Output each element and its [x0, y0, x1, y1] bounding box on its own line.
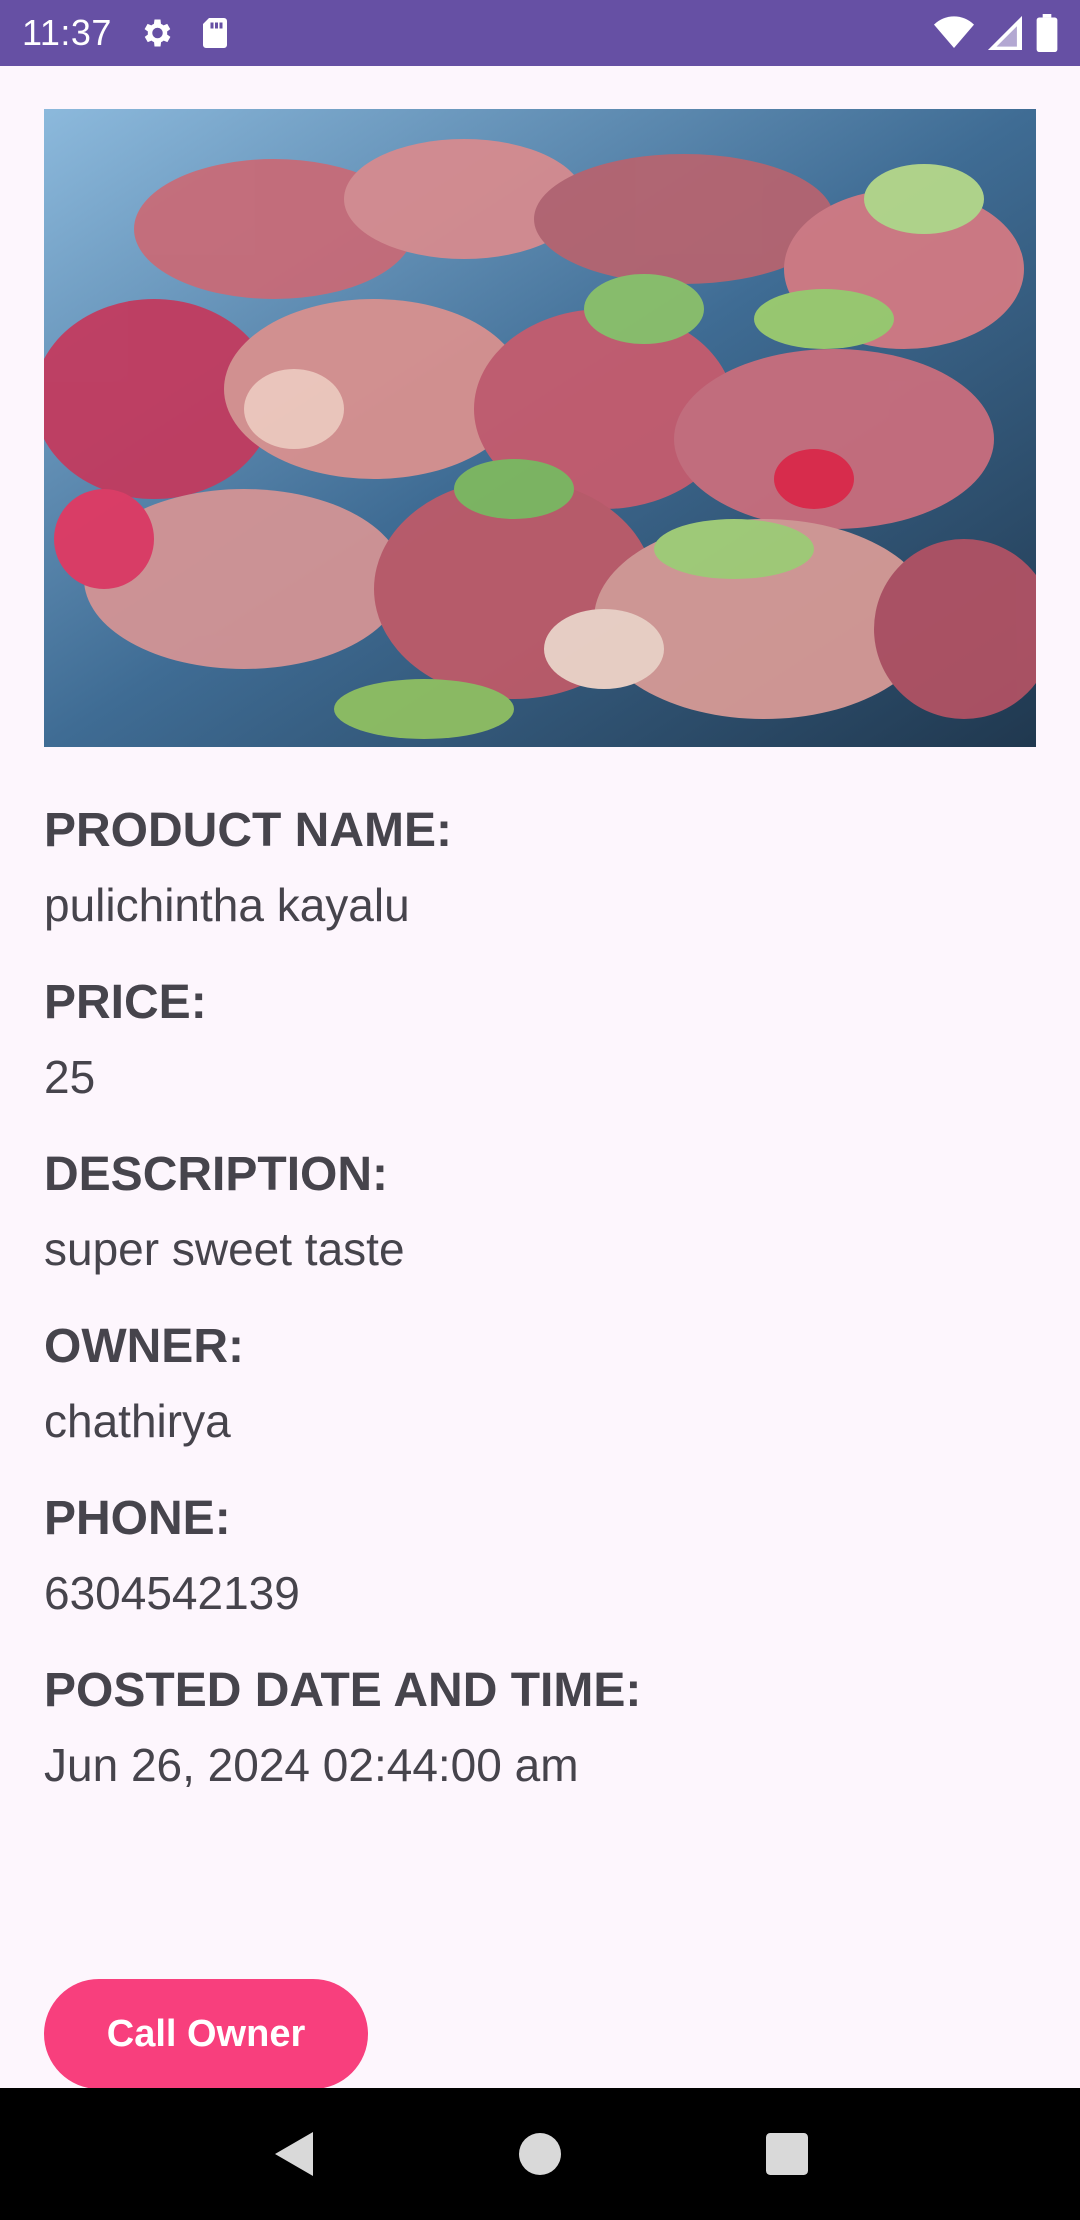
field-value: 25	[44, 1051, 96, 1103]
field-posted-date: POSTED DATE AND TIME: Jun 26, 2024 02:44…	[44, 1657, 1036, 1799]
status-right	[934, 14, 1058, 52]
recents-icon[interactable]	[742, 2109, 832, 2199]
product-details: PRODUCT NAME: pulichintha kayalu PRICE: …	[44, 109, 1036, 1829]
gear-icon	[138, 15, 174, 51]
field-value: super sweet taste	[44, 1223, 405, 1275]
call-owner-button[interactable]: Call Owner	[44, 1979, 368, 2089]
status-time: 11:37	[22, 12, 112, 53]
field-label: PHONE:	[44, 1492, 231, 1545]
field-label: POSTED DATE AND TIME:	[44, 1664, 642, 1717]
field-description: DESCRIPTION: super sweet taste	[44, 1141, 1036, 1283]
product-image	[44, 109, 1036, 747]
field-label: PRICE:	[44, 976, 207, 1029]
sd-card-icon	[200, 15, 230, 51]
navigation-bar	[0, 2088, 1080, 2220]
signal-icon	[988, 16, 1022, 50]
field-product-name: PRODUCT NAME: pulichintha kayalu	[44, 797, 1036, 939]
home-icon[interactable]	[495, 2109, 585, 2199]
wifi-icon	[934, 16, 974, 50]
field-label: DESCRIPTION:	[44, 1148, 389, 1201]
product-detail-screen: 11:37 PRODUCT NAME: pulichintha kayalu P…	[0, 0, 1080, 2220]
field-label: OWNER:	[44, 1320, 244, 1373]
status-bar: 11:37	[0, 0, 1080, 66]
field-owner: OWNER: chathirya	[44, 1313, 1036, 1455]
field-price: PRICE: 25	[44, 969, 1036, 1111]
field-phone: PHONE: 6304542139	[44, 1485, 1036, 1627]
field-label: PRODUCT NAME:	[44, 804, 452, 857]
field-value: Jun 26, 2024 02:44:00 am	[44, 1739, 579, 1791]
product-fields: PRODUCT NAME: pulichintha kayalu PRICE: …	[44, 797, 1036, 1799]
field-value: chathirya	[44, 1395, 231, 1447]
status-left: 11:37	[22, 12, 230, 54]
field-value: pulichintha kayalu	[44, 879, 410, 931]
battery-icon	[1036, 14, 1058, 52]
back-icon[interactable]	[248, 2109, 338, 2199]
field-value: 6304542139	[44, 1567, 300, 1619]
